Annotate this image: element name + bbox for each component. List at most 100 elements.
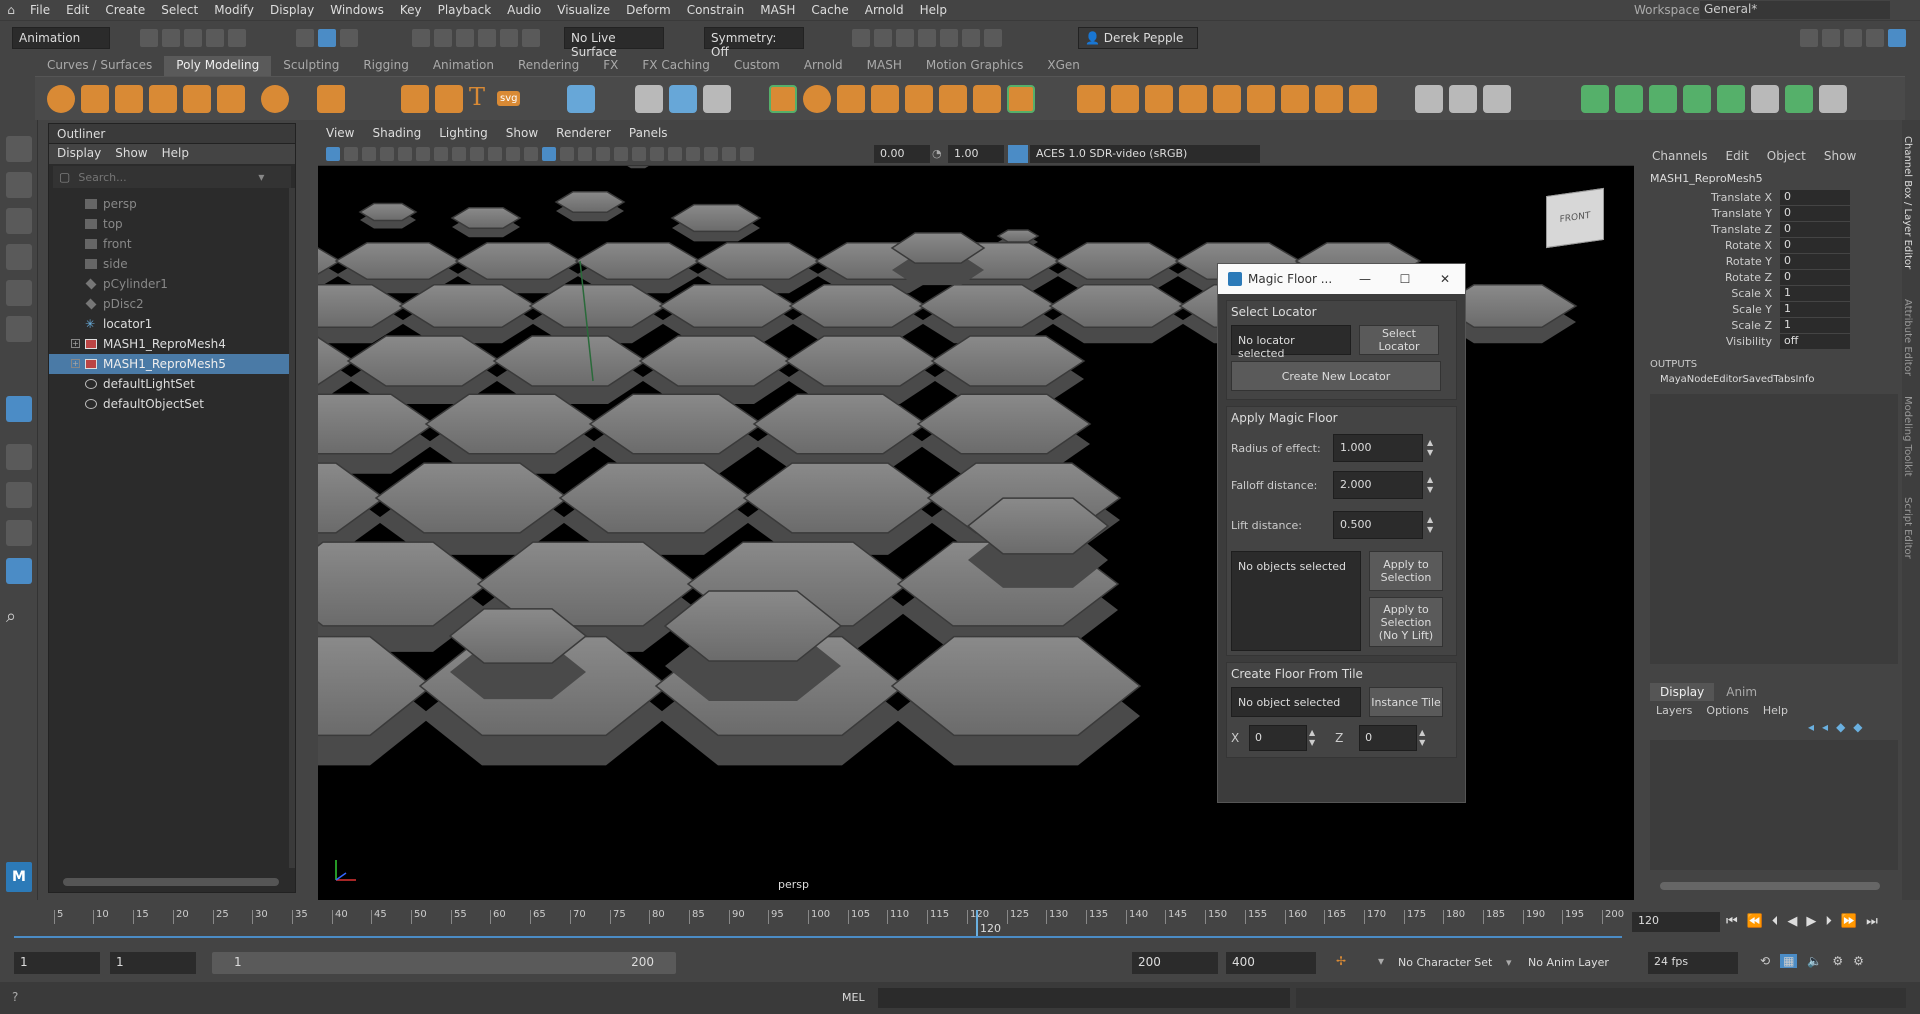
search-icon[interactable]: ⌕ bbox=[6, 606, 32, 632]
exposure-icon[interactable] bbox=[740, 147, 754, 161]
persp-graph-layout-icon[interactable] bbox=[6, 520, 32, 546]
z-spin-icon[interactable]: ▲ ▼ bbox=[1419, 728, 1425, 748]
uv-layout-icon[interactable] bbox=[1007, 85, 1035, 113]
x-count-input[interactable]: 0 bbox=[1249, 725, 1307, 751]
falloff-input[interactable]: 2.000 bbox=[1333, 471, 1423, 499]
snap-transform-icon[interactable] bbox=[669, 85, 697, 113]
time-slider[interactable]: 5 10 15 20 25 30 35 40 45 50 55 60 65 70 75 80 85 90 95 100… bbox=[0, 900, 1920, 942]
poly-sphere-icon[interactable] bbox=[47, 85, 75, 113]
outliner-item-pdisc2[interactable]: pDisc2 bbox=[49, 294, 295, 314]
shadows-icon[interactable] bbox=[614, 147, 628, 161]
shelf-tab-arnold[interactable]: Arnold bbox=[792, 56, 855, 76]
channel-value[interactable]: 0 bbox=[1780, 269, 1850, 285]
vp-menu-view[interactable]: View bbox=[326, 126, 354, 144]
user-account-button[interactable]: 👤 Derek Pepple bbox=[1078, 27, 1198, 49]
cb-menu-object[interactable]: Object bbox=[1767, 149, 1806, 163]
anim-layer-dropdown[interactable]: No Anim Layer bbox=[1528, 956, 1609, 969]
shelf-tab-rendering[interactable]: Rendering bbox=[506, 56, 591, 76]
lasso-tool-icon[interactable] bbox=[6, 172, 32, 198]
pipe-icon[interactable] bbox=[435, 85, 463, 113]
maya-home-icon[interactable]: ⌂ bbox=[0, 3, 22, 17]
textured-icon[interactable] bbox=[578, 147, 592, 161]
menu-playback[interactable]: Playback bbox=[430, 3, 500, 17]
poly-cylinder-icon[interactable] bbox=[115, 85, 143, 113]
z-count-input[interactable]: 0 bbox=[1359, 725, 1418, 751]
menu-create[interactable]: Create bbox=[97, 3, 153, 17]
outliner-item-side[interactable]: side bbox=[49, 254, 295, 274]
rotate-tool-icon[interactable] bbox=[6, 280, 32, 306]
outliner-search-box[interactable]: ▢ ▾ bbox=[53, 166, 291, 188]
wireframe-on-shaded-icon[interactable] bbox=[560, 147, 574, 161]
menu-file[interactable]: File bbox=[22, 3, 58, 17]
animation-start-field[interactable]: 1 bbox=[14, 952, 100, 974]
channel-value[interactable]: 0 bbox=[1780, 205, 1850, 221]
poly-cone-icon[interactable] bbox=[149, 85, 177, 113]
lift-input[interactable]: 0.500 bbox=[1333, 511, 1423, 539]
cb-menu-channels[interactable]: Channels bbox=[1652, 149, 1708, 163]
cb-menu-show[interactable]: Show bbox=[1824, 149, 1856, 163]
lights-icon[interactable] bbox=[596, 147, 610, 161]
offset-loop-icon[interactable] bbox=[1483, 85, 1511, 113]
paint-select-tool-icon[interactable] bbox=[6, 208, 32, 234]
single-perspective-layout-icon[interactable] bbox=[6, 396, 32, 422]
channel-scale-z[interactable]: Scale Z 1 bbox=[1642, 317, 1902, 333]
xray-joints-icon[interactable] bbox=[722, 147, 736, 161]
automatic-map-icon[interactable] bbox=[1683, 85, 1711, 113]
menu-key[interactable]: Key bbox=[392, 3, 430, 17]
menu-display[interactable]: Display bbox=[262, 3, 322, 17]
measure-icon[interactable] bbox=[635, 85, 663, 113]
ambient-occlusion-icon[interactable] bbox=[632, 147, 646, 161]
arnold-render-icon[interactable] bbox=[962, 29, 980, 47]
channel-translate-z[interactable]: Translate Z 0 bbox=[1642, 221, 1902, 237]
fps-dropdown[interactable]: 24 fps bbox=[1648, 952, 1738, 974]
render-view-icon[interactable] bbox=[852, 29, 870, 47]
outliner-item-defaultobjectset[interactable]: defaultObjectSet bbox=[49, 394, 295, 414]
vp-menu-renderer[interactable]: Renderer bbox=[556, 126, 611, 144]
step-back-frame-icon[interactable]: ⏴ bbox=[1772, 914, 1779, 929]
select-component-icon[interactable] bbox=[340, 29, 358, 47]
shelf-tab-xgen[interactable]: XGen bbox=[1035, 56, 1092, 76]
cb-menu-edit[interactable]: Edit bbox=[1726, 149, 1749, 163]
shelf-tab-fx[interactable]: FX bbox=[591, 56, 630, 76]
shelf-tab-fx-caching[interactable]: FX Caching bbox=[630, 56, 721, 76]
open-scene-icon[interactable] bbox=[162, 29, 180, 47]
lift-spin-icon[interactable]: ▲ ▼ bbox=[1427, 515, 1433, 535]
new-layer-selected-icon[interactable]: ◆ bbox=[1853, 720, 1862, 734]
play-backward-icon[interactable]: ◀ bbox=[1787, 914, 1797, 929]
move-tool-icon[interactable] bbox=[6, 244, 32, 270]
layer-menu-help[interactable]: Help bbox=[1763, 704, 1788, 717]
outliner-item-front[interactable]: front bbox=[49, 234, 295, 254]
play-forward-icon[interactable]: ▶ bbox=[1806, 914, 1816, 929]
save-scene-icon[interactable] bbox=[184, 29, 202, 47]
expand-toggle-icon[interactable]: + bbox=[71, 359, 80, 368]
cache-playback-icon[interactable]: ▦ bbox=[1780, 954, 1798, 968]
bevel-icon[interactable] bbox=[1145, 85, 1173, 113]
render-current-icon[interactable] bbox=[874, 29, 892, 47]
super-shape-icon[interactable] bbox=[401, 85, 429, 113]
target-weld-icon[interactable] bbox=[1315, 85, 1343, 113]
layer-tab-display[interactable]: Display bbox=[1650, 683, 1715, 701]
shelf-tab-rigging[interactable]: Rigging bbox=[351, 56, 420, 76]
menu-deform[interactable]: Deform bbox=[618, 3, 679, 17]
channel-value[interactable]: 1 bbox=[1780, 285, 1850, 301]
go-to-start-icon[interactable]: ⏮ bbox=[1726, 914, 1738, 929]
anim-prefs-icon[interactable]: ⚙ bbox=[1832, 954, 1843, 968]
toggle-channel-box-icon[interactable] bbox=[1866, 29, 1884, 47]
persp-outliner-layout-icon[interactable] bbox=[6, 482, 32, 508]
x-spin-icon[interactable]: ▲ ▼ bbox=[1309, 728, 1315, 748]
reduce-icon[interactable] bbox=[939, 85, 967, 113]
select-object-icon[interactable] bbox=[318, 29, 336, 47]
time-ruler[interactable]: 5 10 15 20 25 30 35 40 45 50 55 60 65 70 75 80 85 90 95 100… bbox=[14, 909, 1624, 938]
outliner-vertical-scrollbar[interactable] bbox=[289, 188, 295, 868]
isolate-select-icon[interactable] bbox=[686, 147, 700, 161]
smooth-shade-icon[interactable] bbox=[542, 147, 556, 161]
new-layer-icon[interactable]: ◆ bbox=[1836, 720, 1845, 734]
shelf-grid-icon[interactable] bbox=[567, 85, 595, 113]
command-input[interactable] bbox=[878, 988, 1290, 1008]
resolution-gate-icon[interactable] bbox=[434, 147, 448, 161]
outliner-horizontal-scrollbar[interactable] bbox=[63, 878, 279, 886]
step-forward-key-icon[interactable]: ⏩ bbox=[1841, 914, 1857, 929]
script-language-toggle[interactable]: MEL bbox=[842, 991, 865, 1004]
menu-windows[interactable]: Windows bbox=[322, 3, 392, 17]
poly-plane-icon[interactable] bbox=[217, 85, 245, 113]
